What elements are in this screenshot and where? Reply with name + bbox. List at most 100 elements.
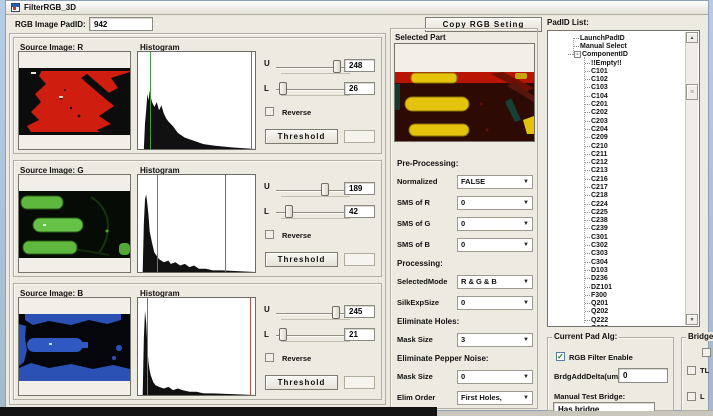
threshold-button-g[interactable]: Threshold — [265, 252, 338, 267]
bridge-checkbox[interactable] — [702, 348, 711, 357]
tree-item[interactable]: !!Empty!! — [548, 59, 699, 67]
slider-thumb[interactable] — [285, 205, 293, 218]
expander-icon[interactable]: - — [574, 51, 581, 58]
tree-item[interactable]: C303 — [548, 250, 699, 258]
upper-threshold-marker — [225, 175, 226, 272]
bridge-option[interactable]: TL — [687, 366, 709, 375]
tree-item[interactable]: C225 — [548, 208, 699, 216]
rgb-filter-checkbox[interactable]: ✓ — [556, 352, 565, 361]
tree-item[interactable]: F300 — [548, 291, 699, 299]
tree-item[interactable]: C212 — [548, 158, 699, 166]
tree-item[interactable]: C217 — [548, 183, 699, 191]
tree-item[interactable]: DZ101 — [548, 283, 699, 291]
param-dropdown[interactable]: 0 ▼ — [457, 370, 533, 384]
u-slider-b[interactable] — [276, 306, 346, 322]
scroll-down-icon[interactable]: ▼ — [686, 314, 698, 325]
slider-thumb[interactable] — [279, 328, 287, 341]
tree-item[interactable]: C218 — [548, 192, 699, 200]
u-slider-r[interactable] — [276, 60, 346, 76]
tree-item[interactable]: Q201 — [548, 300, 699, 308]
param-dropdown[interactable]: R & G & B ▼ — [457, 275, 533, 289]
slider-thumb[interactable] — [279, 82, 287, 95]
tree-item[interactable]: C224 — [548, 200, 699, 208]
tree-item[interactable]: C204 — [548, 125, 699, 133]
tree-item-label: D103 — [591, 267, 608, 274]
slider-thumb[interactable] — [321, 183, 329, 196]
reverse-checkbox-r[interactable] — [265, 107, 274, 116]
tree-item[interactable]: C202 — [548, 109, 699, 117]
tree-dash — [585, 278, 590, 279]
pad-id-input[interactable] — [89, 17, 153, 31]
u-value-input-g[interactable] — [344, 182, 375, 195]
slider-thumb[interactable] — [333, 60, 341, 73]
threshold-output-r — [344, 130, 375, 143]
title-bar[interactable]: FilterRGB_3D — [6, 1, 708, 15]
l-slider-b[interactable] — [276, 328, 346, 344]
tree-item[interactable]: Q222 — [548, 316, 699, 324]
param-row: Eliminate Pepper Noise: — [394, 350, 536, 366]
tree-item[interactable]: Q202 — [548, 308, 699, 316]
checkbox-icon[interactable] — [687, 366, 696, 375]
l-slider-r[interactable] — [276, 82, 346, 98]
tree-item[interactable]: C213 — [548, 167, 699, 175]
tree-item[interactable]: Q233 — [548, 324, 699, 327]
bridge-delta-input[interactable] — [618, 368, 668, 383]
tree-item-label: C239 — [591, 225, 608, 232]
l-value-input-b[interactable] — [344, 328, 375, 341]
tree-item[interactable]: C304 — [548, 258, 699, 266]
tree-item[interactable]: - ComponentID — [548, 51, 699, 59]
threshold-button-r[interactable]: Threshold — [265, 129, 338, 144]
tree-item[interactable]: C301 — [548, 233, 699, 241]
l-slider-g[interactable] — [276, 205, 346, 221]
tree-item[interactable]: C201 — [548, 100, 699, 108]
scroll-up-icon[interactable]: ▲ — [686, 32, 698, 43]
reverse-checkbox-g[interactable] — [265, 230, 274, 239]
bridge-title: Bridge — [686, 332, 713, 341]
reverse-checkbox-b[interactable] — [265, 353, 274, 362]
bridge-option[interactable]: L — [687, 392, 709, 401]
param-dropdown[interactable]: FALSE ▼ — [457, 175, 533, 189]
l-value-input-g[interactable] — [344, 205, 375, 218]
dropdown-value: R & G & B — [461, 277, 497, 286]
tree-dash — [585, 320, 590, 321]
param-dropdown[interactable]: 0 ▼ — [457, 296, 533, 310]
tree-item[interactable]: C102 — [548, 75, 699, 83]
u-value-input-b[interactable] — [344, 305, 375, 318]
u-label: U — [264, 59, 270, 68]
tree-item[interactable]: C238 — [548, 217, 699, 225]
param-dropdown[interactable]: First Holes, ▼ — [457, 391, 533, 405]
threshold-button-b[interactable]: Threshold — [265, 375, 338, 390]
l-value-input-r[interactable] — [344, 82, 375, 95]
lower-threshold-marker — [157, 175, 158, 272]
tree-scrollbar[interactable]: ▲ ≡ ▼ — [685, 32, 698, 325]
param-label: SMS of B — [397, 240, 430, 249]
u-slider-g[interactable] — [276, 183, 346, 199]
u-value-input-r[interactable] — [344, 59, 375, 72]
tree-dash — [585, 311, 590, 312]
tree-dash — [585, 187, 590, 188]
tree-item[interactable]: Manual Select — [548, 42, 699, 50]
param-dropdown[interactable]: 0 ▼ — [457, 238, 533, 252]
screen: FilterRGB_3D RGB Image PadID: Copy RGB S… — [0, 0, 713, 416]
tree-item[interactable]: LaunchPadID — [548, 34, 699, 42]
tree-item[interactable]: C101 — [548, 67, 699, 75]
param-dropdown[interactable]: 0 ▼ — [457, 217, 533, 231]
tree-item[interactable]: C203 — [548, 117, 699, 125]
tree-item[interactable]: C239 — [548, 225, 699, 233]
tree-item[interactable]: C103 — [548, 84, 699, 92]
param-dropdown[interactable]: 0 ▼ — [457, 196, 533, 210]
scrollbar-thumb[interactable]: ≡ — [686, 84, 698, 100]
tree-item[interactable]: C211 — [548, 150, 699, 158]
tree-item[interactable]: C216 — [548, 175, 699, 183]
tree-item[interactable]: D236 — [548, 275, 699, 283]
tree-dash — [585, 96, 590, 97]
checkbox-icon[interactable] — [687, 392, 696, 401]
tree-item[interactable]: C210 — [548, 142, 699, 150]
tree-item[interactable]: C209 — [548, 134, 699, 142]
tree-item[interactable]: D103 — [548, 266, 699, 274]
tree-item-label: C209 — [591, 134, 608, 141]
tree-item[interactable]: C104 — [548, 92, 699, 100]
slider-thumb[interactable] — [332, 306, 340, 319]
param-dropdown[interactable]: 3 ▼ — [457, 333, 533, 347]
tree-item[interactable]: C302 — [548, 241, 699, 249]
